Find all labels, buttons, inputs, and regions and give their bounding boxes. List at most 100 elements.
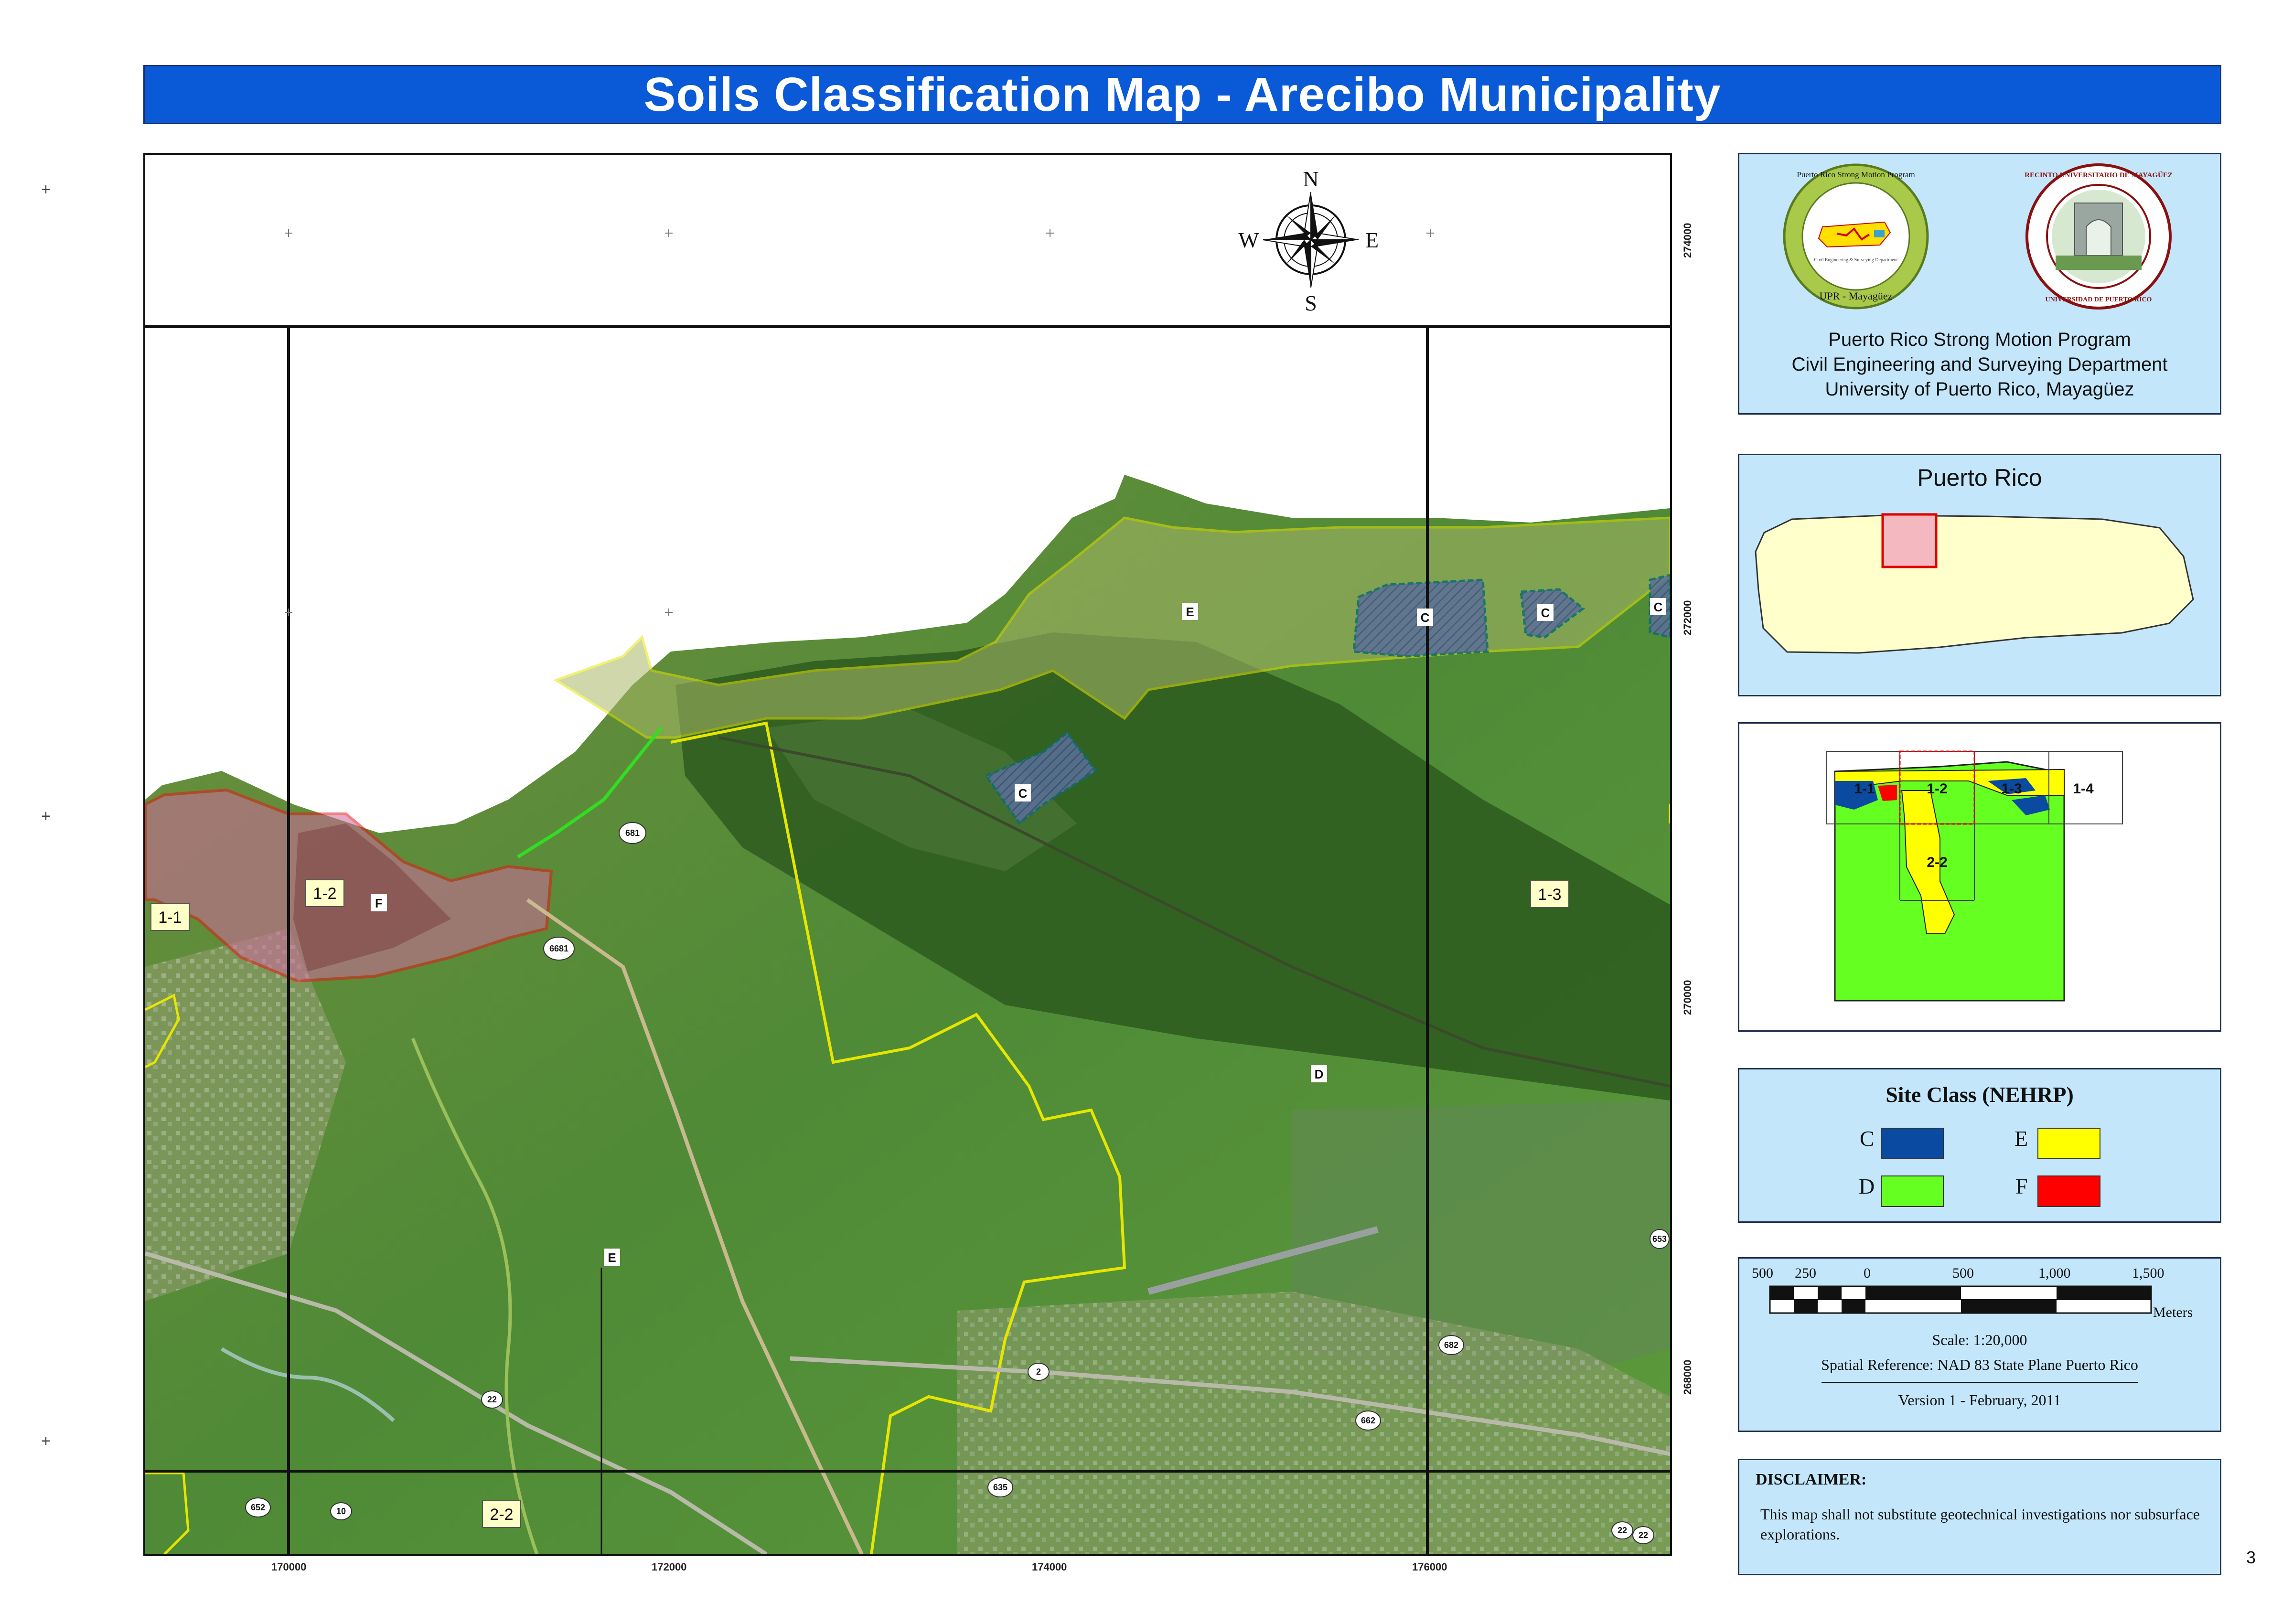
- svg-text:Civil Engineering & Surveying: Civil Engineering & Surveying Department: [1814, 257, 1898, 263]
- svg-text:F: F: [375, 896, 383, 910]
- x-tick-176000: 176000: [1412, 1561, 1447, 1573]
- scale-divider: [1822, 1382, 2138, 1383]
- x-tick-172000: 172000: [652, 1561, 687, 1573]
- locator-title: Puerto Rico: [1917, 464, 2042, 491]
- svg-text:C: C: [1541, 606, 1550, 620]
- svg-text:6681: 6681: [549, 944, 568, 953]
- svg-text:22: 22: [1618, 1526, 1627, 1535]
- svg-text:1-1: 1-1: [158, 908, 182, 927]
- svg-text:2: 2: [1036, 1367, 1041, 1377]
- org-line-3: University of Puerto Rico, Mayagüez: [1825, 379, 2134, 400]
- scale-panel: 500 250 0 500 1,000 1,500 Meters Scale: …: [1738, 1257, 2221, 1432]
- logo-panel: Puerto Rico Strong Motion Program UPR - …: [1738, 153, 2221, 415]
- puerto-rico-outline: [1755, 514, 2194, 654]
- svg-text:1-2: 1-2: [313, 885, 336, 903]
- grid-label-1-3: 1-3: [1530, 880, 1569, 908]
- north-arrow-e: E: [1365, 228, 1379, 252]
- scale-tick-1500: 1,500: [2132, 1265, 2164, 1281]
- svg-text:RECINTO UNIVERSITARIO DE MAYAG: RECINTO UNIVERSITARIO DE MAYAGÜEZ: [2025, 171, 2173, 179]
- y-tick-272000: 272000: [1682, 600, 1693, 635]
- legend-label-e: E: [2014, 1126, 2028, 1151]
- locator-map: [1755, 513, 2194, 654]
- road-shield-681: 681: [619, 822, 646, 844]
- svg-text:2-2: 2-2: [490, 1506, 513, 1524]
- road-shield-22-west: 22: [481, 1390, 503, 1409]
- x-tick-174000: 174000: [1032, 1561, 1067, 1573]
- map-title-bar: Soils Classification Map - Arecibo Munic…: [143, 65, 2221, 124]
- legend-label-f: F: [2015, 1174, 2028, 1198]
- svg-text:653: 653: [1652, 1234, 1667, 1244]
- upper-strip: [145, 155, 1670, 327]
- index-label-2-2: 2-2: [1927, 855, 1947, 870]
- prsmp-logo: Puerto Rico Strong Motion Program UPR - …: [1783, 163, 1929, 310]
- svg-text:652: 652: [251, 1503, 265, 1512]
- map-frame[interactable]: N S E W 1-1 1-2 1-3 2-2 E E D F C C C C …: [143, 153, 1672, 1556]
- svg-text:C: C: [1421, 610, 1430, 625]
- legend-label-c: C: [1860, 1126, 1875, 1151]
- scale-tick-250: 250: [1795, 1265, 1816, 1281]
- scale-tick-500-left: 500: [1752, 1265, 1773, 1281]
- svg-text:10: 10: [336, 1506, 346, 1516]
- svg-text:E: E: [1186, 605, 1194, 619]
- index-label-1-1: 1-1: [1854, 781, 1875, 797]
- svg-text:C: C: [1018, 786, 1028, 801]
- locator-panel: Puerto Rico: [1738, 454, 2221, 696]
- svg-text:22: 22: [487, 1395, 497, 1404]
- disclaimer-title: DISCLAIMER:: [1756, 1471, 1867, 1488]
- svg-text:1-3: 1-3: [1538, 886, 1561, 904]
- svg-text:662: 662: [1361, 1416, 1375, 1425]
- zone-label-c-lagoon: C: [1015, 784, 1031, 801]
- scale-units: Meters: [2153, 1304, 2193, 1320]
- zone-label-c-east-1: C: [1417, 609, 1433, 626]
- road-shield-22-east-a: 22: [1611, 1521, 1633, 1539]
- graticule-mark: +: [41, 807, 51, 825]
- legend-swatch-d: [1881, 1175, 1944, 1207]
- scale-text: Scale: 1:20,000: [1932, 1331, 2027, 1348]
- logos: Puerto Rico Strong Motion Program UPR - …: [1783, 163, 2173, 310]
- scale-tick-0: 0: [1864, 1265, 1871, 1281]
- graticule-mark: +: [41, 181, 51, 199]
- legend-label-d: D: [1859, 1174, 1875, 1198]
- map-canvas[interactable]: N S E W 1-1 1-2 1-3 2-2 E E D F C C C C …: [145, 155, 1670, 1554]
- svg-text:682: 682: [1444, 1340, 1458, 1350]
- north-arrow-w: W: [1238, 228, 1259, 252]
- y-tick-270000: 270000: [1682, 980, 1693, 1015]
- graticule-mark: +: [41, 1432, 51, 1450]
- map-title: Soils Classification Map - Arecibo Munic…: [643, 67, 1721, 121]
- svg-text:C: C: [1654, 600, 1663, 614]
- zone-label-e-coast: E: [1182, 603, 1198, 620]
- x-tick-170000: 170000: [271, 1561, 307, 1573]
- grid-label-1-2: 1-2: [305, 879, 344, 907]
- org-line-2: Civil Engineering and Surveying Departme…: [1791, 354, 2168, 375]
- locator-extent-box: [1881, 513, 1938, 568]
- legend-panel: Site Class (NEHRP) C E D F: [1738, 1068, 2221, 1223]
- index-label-1-2: 1-2: [1927, 781, 1947, 797]
- scale-tick-500: 500: [1952, 1265, 1974, 1281]
- y-tick-268000: 268000: [1682, 1359, 1693, 1395]
- legend-swatch-e: [2037, 1128, 2100, 1159]
- legend-swatch-f: [2037, 1175, 2100, 1207]
- svg-text:22: 22: [1639, 1530, 1648, 1540]
- road-shield-662: 662: [1355, 1410, 1381, 1431]
- org-line-1: Puerto Rico Strong Motion Program: [1828, 329, 2131, 350]
- road-shield-653: 653: [1650, 1229, 1670, 1249]
- index-map: 1-1 1-2 1-3 1-4 2-2: [1826, 750, 2123, 1002]
- svg-text:681: 681: [625, 828, 640, 838]
- svg-text:D: D: [1315, 1067, 1324, 1081]
- index-label-1-3: 1-3: [2001, 781, 2022, 797]
- road-shield-682: 682: [1438, 1335, 1464, 1355]
- road-shield-10: 10: [330, 1502, 352, 1520]
- road-shield-2: 2: [1028, 1363, 1050, 1381]
- legend-title: Site Class (NEHRP): [1886, 1082, 2074, 1107]
- zone-label-d: D: [1311, 1065, 1327, 1082]
- road-shield-652: 652: [245, 1497, 271, 1517]
- north-arrow-s: S: [1305, 291, 1317, 315]
- disclaimer-text: This map shall not substitute geotechnic…: [1760, 1506, 2200, 1543]
- scale-bar: [1769, 1285, 2152, 1314]
- rum-seal-logo: RECINTO UNIVERSITARIO DE MAYAGÜEZ UNIVER…: [2025, 163, 2173, 310]
- y-tick-274000: 274000: [1682, 223, 1693, 258]
- zone-label-f: F: [371, 894, 387, 911]
- road-shield-635: 635: [987, 1477, 1013, 1497]
- road-shield-6681: 6681: [543, 937, 575, 961]
- disclaimer-panel: DISCLAIMER: This map shall not substitut…: [1738, 1459, 2221, 1575]
